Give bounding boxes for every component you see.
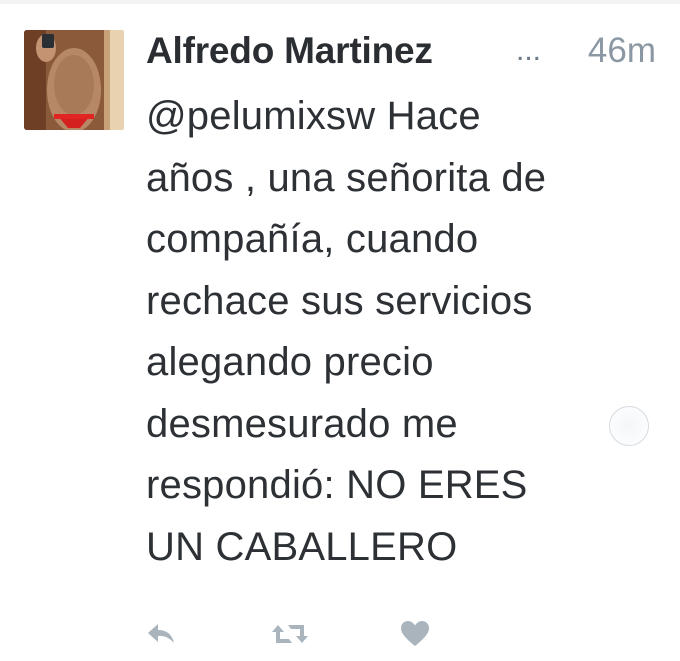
reply-button[interactable] (142, 616, 182, 652)
tweet-header: Alfredo Martinez ... 46m (146, 28, 656, 78)
like-button[interactable] (395, 616, 435, 652)
name-truncation: ... (516, 34, 542, 67)
heart-icon (401, 621, 429, 646)
retweet-button[interactable] (270, 616, 310, 652)
tweet-actions (140, 616, 440, 652)
tweet-card[interactable]: Alfredo Martinez ... 46m @pelumixsw Hace… (0, 0, 680, 661)
timestamp[interactable]: 46m (588, 28, 656, 74)
tweet-text: @pelumixsw Hace años , una señorita de c… (146, 94, 547, 569)
scroll-indicator[interactable] (609, 406, 649, 446)
retweet-icon (272, 625, 308, 643)
avatar[interactable] (24, 30, 124, 130)
reply-arrow-icon (148, 624, 174, 643)
profile-photo-icon (24, 30, 124, 130)
author-name[interactable]: Alfredo Martinez (146, 28, 433, 74)
